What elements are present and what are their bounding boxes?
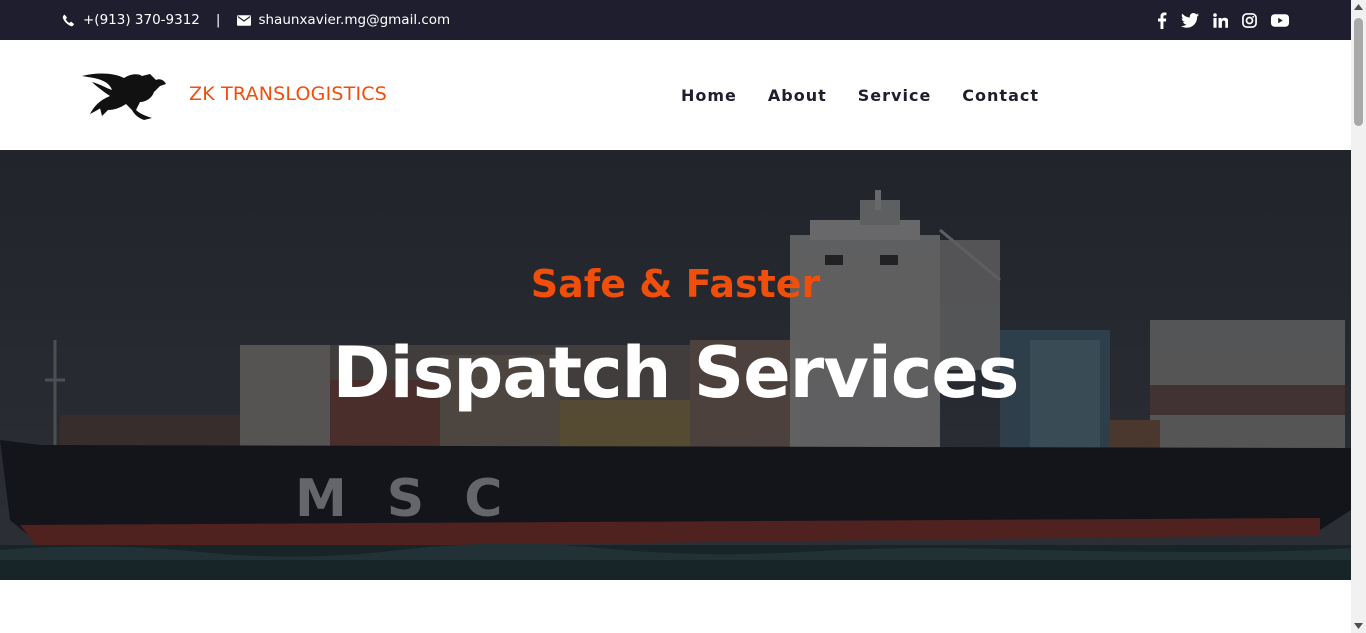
- envelope-icon: [237, 14, 252, 26]
- hero-headline: Dispatch Services: [332, 332, 1020, 414]
- scroll-down-arrow-icon[interactable]: [1354, 623, 1363, 629]
- top-bar: +(913) 370-9312 | shaunxavier.mg@gmail.c…: [0, 0, 1351, 40]
- nav-contact[interactable]: Contact: [962, 86, 1039, 105]
- brand-name[interactable]: ZK TRANSLOGISTICS: [189, 83, 387, 105]
- phone-number[interactable]: +(913) 370-9312: [83, 12, 200, 28]
- dragon-logo[interactable]: [80, 70, 170, 124]
- nav-about[interactable]: About: [768, 86, 827, 105]
- contact-info: +(913) 370-9312 | shaunxavier.mg@gmail.c…: [62, 0, 450, 40]
- hero-banner: MSC Safe & Faster Dispatch Services: [0, 150, 1351, 580]
- linkedin-icon[interactable]: [1213, 12, 1228, 28]
- page-scrollbar[interactable]: [1351, 0, 1366, 633]
- main-nav: Home About Service Contact: [681, 40, 1039, 150]
- nav-service[interactable]: Service: [858, 86, 932, 105]
- phone-icon: [62, 14, 75, 27]
- youtube-icon[interactable]: [1271, 13, 1289, 27]
- scrollbar-thumb[interactable]: [1354, 18, 1363, 126]
- twitter-icon[interactable]: [1181, 12, 1199, 28]
- hero-kicker: Safe & Faster: [530, 262, 821, 306]
- instagram-icon[interactable]: [1242, 12, 1257, 28]
- email-address[interactable]: shaunxavier.mg@gmail.com: [258, 12, 450, 28]
- facebook-icon[interactable]: [1157, 11, 1167, 29]
- scroll-up-arrow-icon[interactable]: [1354, 4, 1363, 10]
- nav-home[interactable]: Home: [681, 86, 737, 105]
- contact-separator: |: [215, 12, 221, 28]
- site-header: ZK TRANSLOGISTICS Home About Service Con…: [0, 40, 1351, 150]
- social-links: [1157, 0, 1289, 40]
